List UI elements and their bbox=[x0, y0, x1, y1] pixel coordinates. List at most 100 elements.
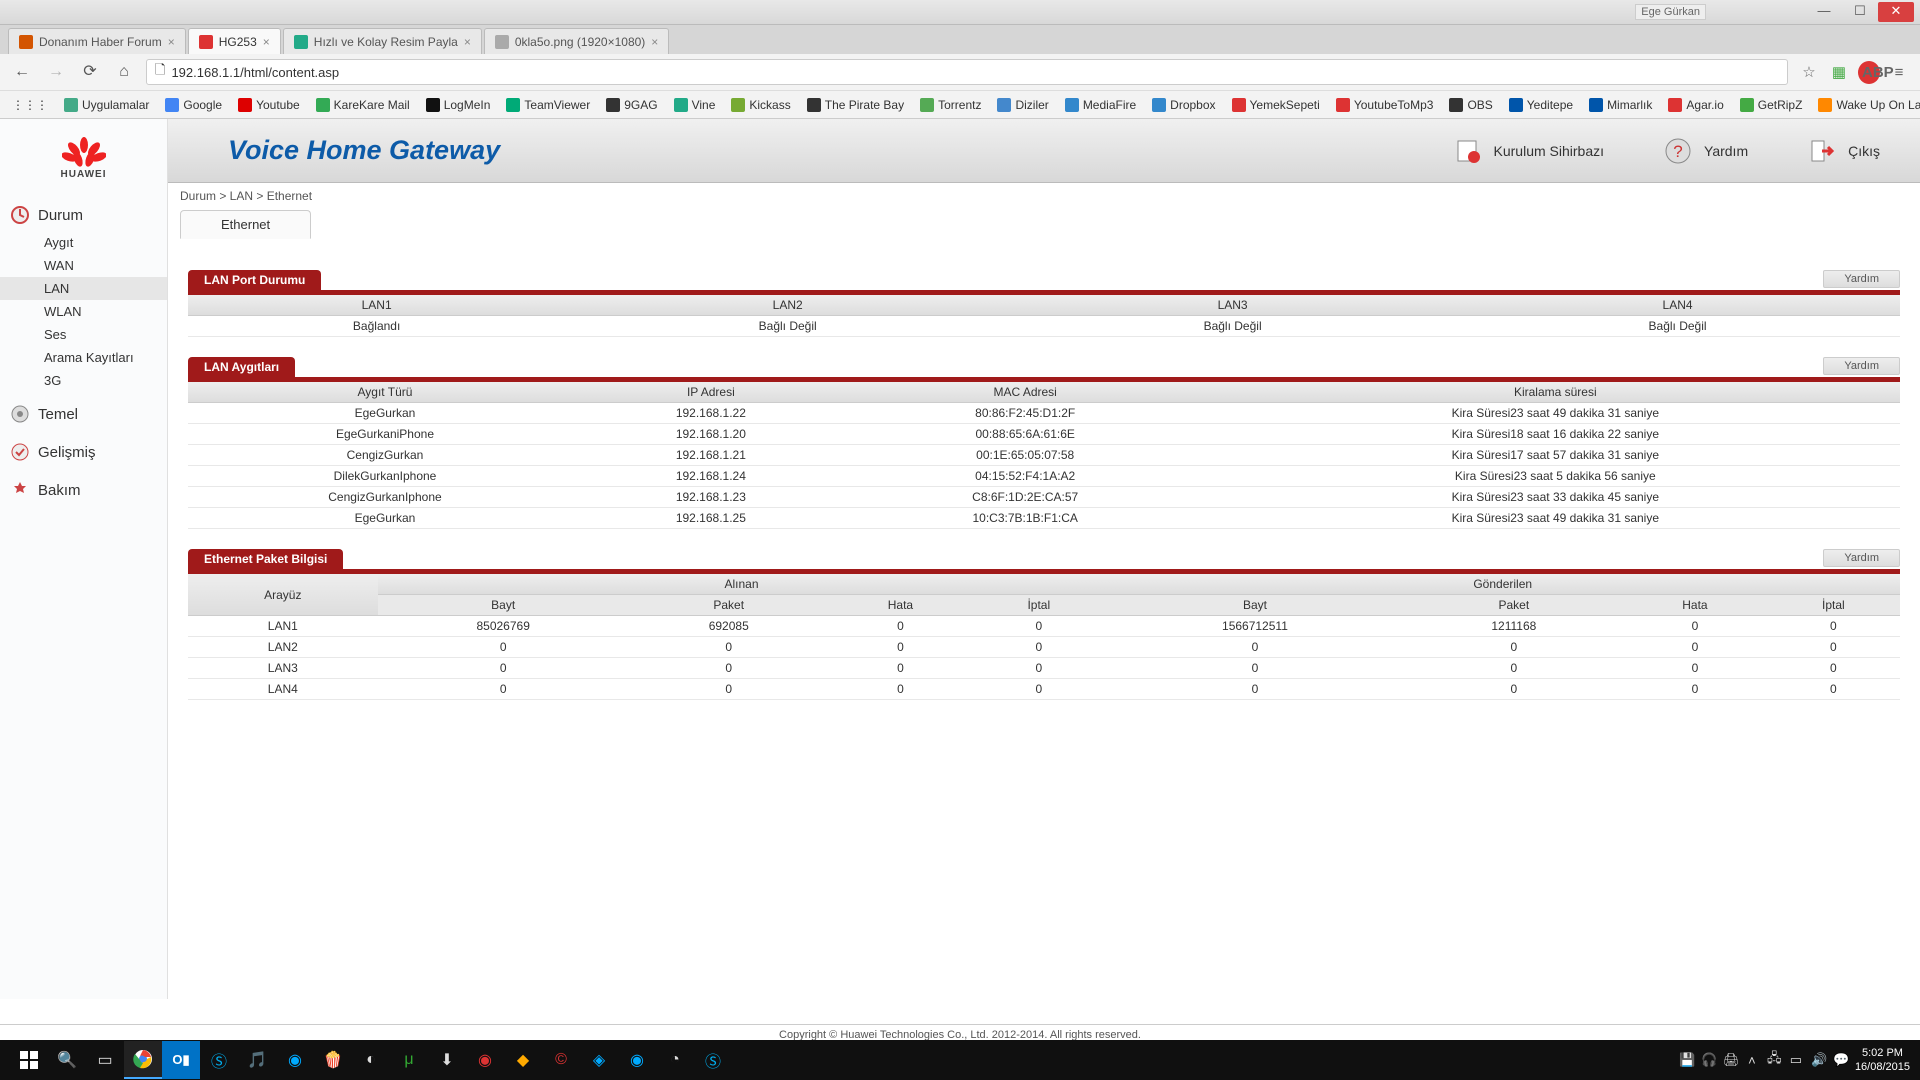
start-button[interactable] bbox=[10, 1041, 48, 1079]
search-icon[interactable]: 🔍 bbox=[48, 1041, 86, 1079]
browser-tab[interactable]: Donanım Haber Forum× bbox=[8, 28, 186, 54]
close-button[interactable]: ✕ bbox=[1878, 2, 1914, 22]
table-cell: 80:86:F2:45:D1:2F bbox=[840, 403, 1211, 424]
favicon bbox=[495, 35, 509, 49]
task-view-icon[interactable]: ▭ bbox=[86, 1041, 124, 1079]
steam-icon[interactable]: ◔ bbox=[656, 1041, 694, 1079]
bookmark-item[interactable]: TeamViewer bbox=[506, 98, 590, 112]
tray-up-icon[interactable]: ˄ bbox=[1745, 1053, 1759, 1068]
tab-close-icon[interactable]: × bbox=[168, 35, 175, 49]
browser-tab[interactable]: HG253× bbox=[188, 28, 281, 54]
home-button[interactable]: ⌂ bbox=[112, 60, 136, 84]
section-help-button[interactable]: Yardım bbox=[1823, 549, 1900, 567]
browser-tab[interactable]: Hızlı ve Kolay Resim Payla× bbox=[283, 28, 482, 54]
sidebar-group-gelişmiş[interactable]: Gelişmiş bbox=[0, 436, 167, 468]
bookmark-item[interactable]: Vine bbox=[674, 98, 716, 112]
section-help-button[interactable]: Yardım bbox=[1823, 270, 1900, 288]
section-help-button[interactable]: Yardım bbox=[1823, 357, 1900, 375]
teamviewer-icon[interactable]: ◈ bbox=[580, 1041, 618, 1079]
ccleaner-icon[interactable]: © bbox=[542, 1041, 580, 1079]
obs-icon[interactable]: ◐ bbox=[352, 1041, 390, 1079]
url-input[interactable]: 🗋 192.168.1.1/html/content.asp bbox=[146, 59, 1788, 85]
bookmark-item[interactable]: Mimarlık bbox=[1589, 98, 1652, 112]
bookmark-item[interactable]: YemekSepeti bbox=[1232, 98, 1320, 112]
skype-icon[interactable]: Ⓢ bbox=[200, 1041, 238, 1079]
app-icon-3[interactable]: ◉ bbox=[618, 1041, 656, 1079]
sidebar-item-arama kayıtları[interactable]: Arama Kayıtları bbox=[0, 346, 167, 369]
bookmark-star-icon[interactable]: ☆ bbox=[1798, 63, 1820, 81]
menu-icon[interactable]: ≡ bbox=[1888, 64, 1910, 81]
sidebar-item-lan[interactable]: LAN bbox=[0, 277, 167, 300]
bookmark-item[interactable]: Dropbox bbox=[1152, 98, 1215, 112]
bookmark-item[interactable]: Wake Up On Lan - T... bbox=[1818, 98, 1920, 112]
tab-ethernet[interactable]: Ethernet bbox=[180, 210, 311, 239]
sidebar-group-temel[interactable]: Temel bbox=[0, 398, 167, 430]
tab-close-icon[interactable]: × bbox=[651, 35, 658, 49]
bookmark-item[interactable]: Torrentz bbox=[920, 98, 981, 112]
bookmark-item[interactable]: Agar.io bbox=[1668, 98, 1723, 112]
table-cell: 04:15:52:F4:1A:A2 bbox=[840, 466, 1211, 487]
bookmark-item[interactable]: KareKare Mail bbox=[316, 98, 410, 112]
bookmark-item[interactable]: Diziler bbox=[997, 98, 1048, 112]
volume-icon[interactable]: 🔊 bbox=[1811, 1052, 1825, 1068]
clock[interactable]: 5:02 PM 16/08/2015 bbox=[1855, 1046, 1910, 1074]
tab-close-icon[interactable]: × bbox=[464, 35, 471, 49]
bookmark-item[interactable]: MediaFire bbox=[1065, 98, 1136, 112]
minimize-button[interactable]: — bbox=[1806, 2, 1842, 22]
app-icon-2[interactable]: ◆ bbox=[504, 1041, 542, 1079]
maximize-button[interactable]: ☐ bbox=[1842, 2, 1878, 22]
sidebar-group-icon bbox=[10, 404, 30, 424]
bookmark-item[interactable]: Google bbox=[165, 98, 222, 112]
bookmark-item[interactable]: Yeditepe bbox=[1509, 98, 1573, 112]
lang-icon[interactable]: ▭ bbox=[1789, 1052, 1803, 1068]
tray-icon[interactable]: 🎧 bbox=[1701, 1052, 1715, 1068]
app-icon-1[interactable]: ◉ bbox=[466, 1041, 504, 1079]
notification-icon[interactable]: 💬 bbox=[1833, 1052, 1847, 1068]
bookmark-item[interactable]: YoutubeToMp3 bbox=[1336, 98, 1434, 112]
wizard-link[interactable]: Kurulum Sihirbazı bbox=[1454, 137, 1605, 165]
bookmark-item[interactable]: Kickass bbox=[731, 98, 790, 112]
abp-icon[interactable]: ABP bbox=[1858, 61, 1880, 84]
sidebar-item-wlan[interactable]: WLAN bbox=[0, 300, 167, 323]
help-link[interactable]: ? Yardım bbox=[1664, 137, 1748, 165]
extension-icon[interactable]: ▦ bbox=[1828, 63, 1850, 81]
table-header: Aygıt Türü bbox=[188, 382, 582, 403]
reload-button[interactable]: ⟳ bbox=[78, 60, 102, 84]
bookmark-item[interactable]: GetRipZ bbox=[1740, 98, 1803, 112]
back-button[interactable]: ← bbox=[10, 60, 34, 84]
table-cell: 0 bbox=[629, 637, 829, 658]
table-cell: 00:88:65:6A:61:6E bbox=[840, 424, 1211, 445]
bookmark-item[interactable]: The Pirate Bay bbox=[807, 98, 904, 112]
sidebar-item-aygıt[interactable]: Aygıt bbox=[0, 231, 167, 254]
forward-button[interactable]: → bbox=[44, 60, 68, 84]
bookmark-item[interactable]: OBS bbox=[1449, 98, 1492, 112]
bookmark-item[interactable]: LogMeIn bbox=[426, 98, 491, 112]
sidebar-group-bakım[interactable]: Bakım bbox=[0, 474, 167, 506]
network-icon[interactable]: 🖧 bbox=[1767, 1049, 1781, 1071]
sidebar-group-durum[interactable]: Durum bbox=[0, 199, 167, 231]
itunes-icon[interactable]: 🎵 bbox=[238, 1041, 276, 1079]
tray-icon[interactable]: 🖨 bbox=[1723, 1052, 1737, 1068]
sidebar-item-ses[interactable]: Ses bbox=[0, 323, 167, 346]
table-cell: 0 bbox=[1404, 637, 1623, 658]
jdownloader-icon[interactable]: ⬇ bbox=[428, 1041, 466, 1079]
logout-link[interactable]: Çıkış bbox=[1808, 137, 1880, 165]
chrome-icon[interactable] bbox=[124, 1041, 162, 1079]
apps-icon[interactable]: ⋮⋮⋮ bbox=[12, 98, 48, 112]
outlook-icon[interactable]: O▮ bbox=[162, 1041, 200, 1079]
bookmark-item[interactable]: Uygulamalar bbox=[64, 98, 149, 112]
popcorn-icon[interactable]: 🍿 bbox=[314, 1041, 352, 1079]
sidebar-item-wan[interactable]: WAN bbox=[0, 254, 167, 277]
table-row: CengizGurkan192.168.1.2100:1E:65:05:07:5… bbox=[188, 445, 1900, 466]
tray-icon[interactable]: 💾 bbox=[1679, 1052, 1693, 1068]
chrome-user[interactable]: Ege Gürkan bbox=[1635, 4, 1706, 20]
browser-tab[interactable]: 0kla5o.png (1920×1080)× bbox=[484, 28, 669, 54]
sidebar-item-3g[interactable]: 3G bbox=[0, 369, 167, 392]
bookmark-item[interactable]: 9GAG bbox=[606, 98, 657, 112]
utorrent-icon[interactable]: μ bbox=[390, 1041, 428, 1079]
mpc-icon[interactable]: ◉ bbox=[276, 1041, 314, 1079]
skype-icon-2[interactable]: Ⓢ bbox=[694, 1041, 732, 1079]
bookmark-item[interactable]: Youtube bbox=[238, 98, 300, 112]
tab-close-icon[interactable]: × bbox=[263, 35, 270, 49]
table-cell: 0 bbox=[972, 658, 1105, 679]
